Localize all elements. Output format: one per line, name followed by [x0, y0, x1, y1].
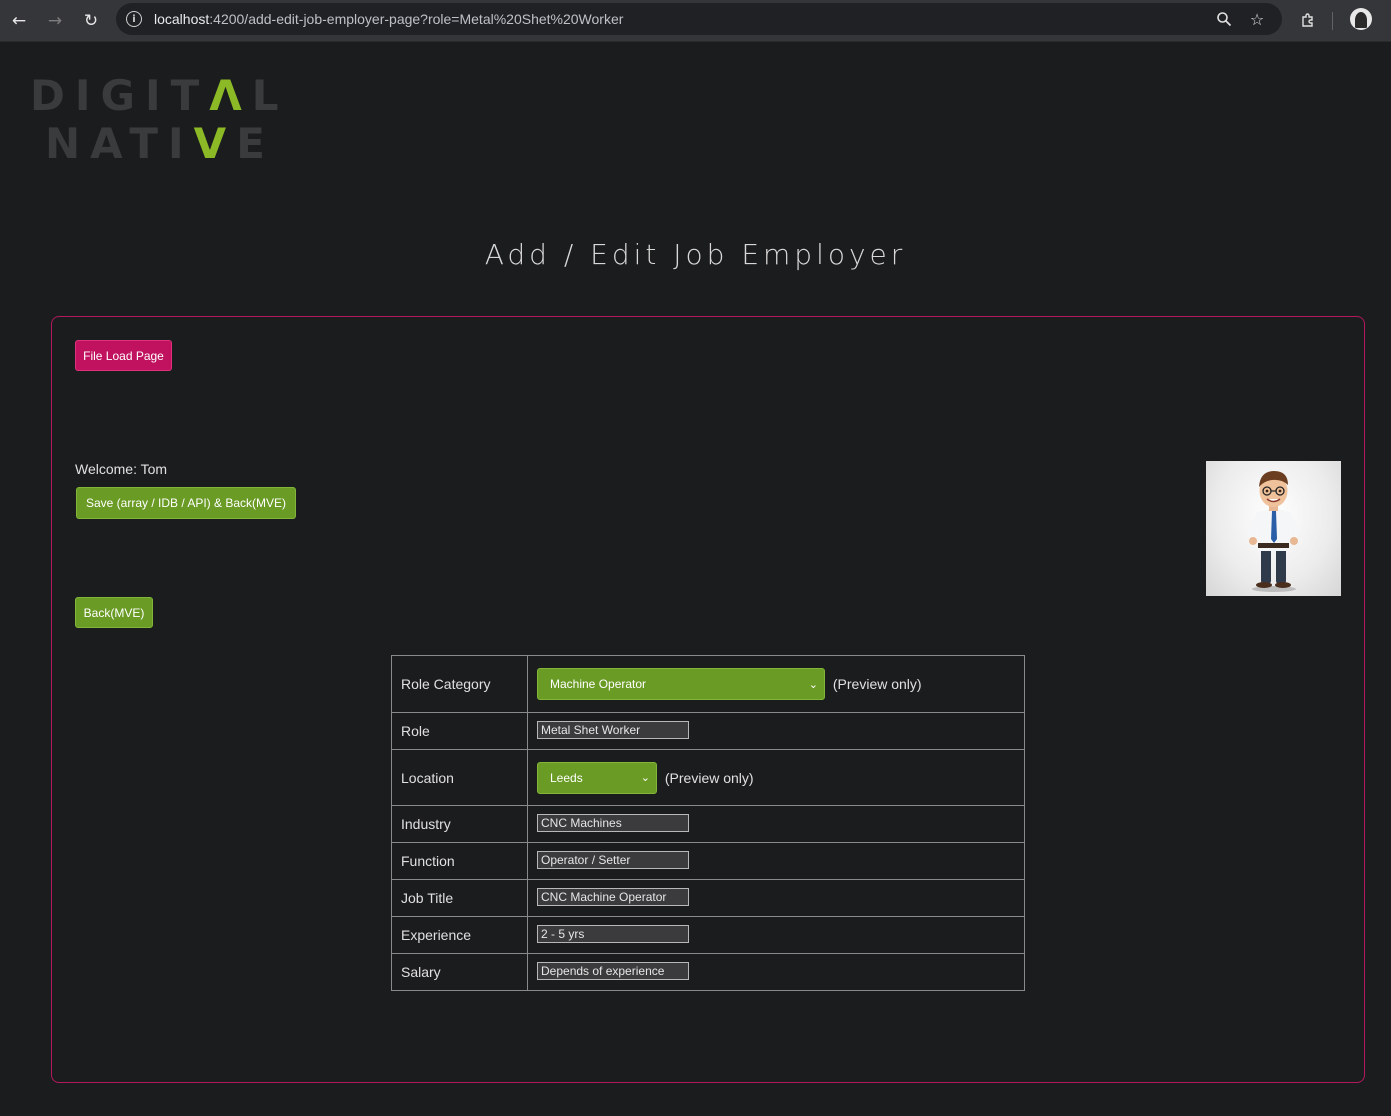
welcome-text: Welcome: Tom [75, 461, 168, 477]
logo-line-1: DIGITΛL [30, 71, 289, 120]
table-row: Role Metal Shet Worker [391, 712, 1025, 750]
forward-arrow-icon[interactable]: → [41, 7, 69, 35]
url-text[interactable]: localhost:4200/add-edit-job-employer-pag… [154, 11, 623, 27]
industry-label: Industry [391, 805, 528, 843]
location-select[interactable]: Leeds ⌄ [537, 761, 657, 794]
experience-label: Experience [391, 916, 528, 954]
job-form-table: Role Category Machine Operator ⌄ (Preview… [391, 655, 1025, 991]
salary-input[interactable]: Depends of experience [537, 961, 689, 980]
function-label: Function [391, 842, 528, 880]
site-info-icon[interactable]: i [126, 11, 142, 27]
back-arrow-icon[interactable]: ← [5, 7, 33, 35]
role-label: Role [391, 712, 528, 750]
bookmark-star-icon[interactable]: ☆ [1247, 9, 1267, 29]
table-row: Location Leeds ⌄ (Preview only) [391, 749, 1025, 806]
salary-label: Salary [391, 953, 528, 991]
job-title-label: Job Title [391, 879, 528, 917]
toolbar-separator [1332, 12, 1333, 30]
save-and-back-button[interactable]: Save (array / IDB / API) & Back(MVE) [76, 487, 296, 519]
role-category-preview-note: (Preview only) [832, 676, 922, 692]
role-category-select-value: Machine Operator [550, 677, 647, 691]
table-row: Role Category Machine Operator ⌄ (Preview… [391, 655, 1025, 713]
url-path: :4200/add-edit-job-employer-page?role=Me… [209, 11, 624, 27]
table-row: Salary Depends of experience [391, 953, 1025, 991]
address-bar[interactable]: i localhost:4200/add-edit-job-employer-p… [116, 3, 1282, 35]
job-title-input[interactable]: CNC Machine Operator [537, 887, 689, 906]
browser-toolbar: ← → ↻ i localhost:4200/add-edit-job-empl… [0, 0, 1391, 42]
location-select-value: Leeds [550, 770, 583, 785]
role-input[interactable]: Metal Shet Worker [537, 720, 689, 739]
url-host: localhost [154, 11, 210, 27]
extensions-icon[interactable] [1294, 7, 1322, 35]
role-category-label: Role Category [391, 655, 528, 713]
function-input[interactable]: Operator / Setter [537, 850, 689, 869]
page-title: Add / Edit Job Employer [484, 238, 907, 271]
experience-input[interactable]: 2 - 5 yrs [537, 924, 689, 943]
profile-avatar-icon[interactable] [1350, 8, 1372, 30]
back-button[interactable]: Back(MVE) [75, 597, 153, 628]
zoom-icon[interactable] [1214, 9, 1234, 29]
file-load-page-button[interactable]: File Load Page [75, 340, 172, 371]
chevron-down-icon: ⌄ [808, 677, 818, 691]
table-row: Function Operator / Setter [391, 842, 1025, 880]
location-label: Location [391, 749, 528, 806]
table-row: Experience 2 - 5 yrs [391, 916, 1025, 954]
table-row: Job Title CNC Machine Operator [391, 879, 1025, 917]
role-category-select[interactable]: Machine Operator ⌄ [537, 668, 825, 700]
digital-native-logo: DIGITΛL NATIVE [30, 75, 279, 170]
reload-icon[interactable]: ↻ [77, 7, 105, 35]
user-avatar-image [1206, 461, 1341, 596]
logo-line-2: NATIVE [45, 119, 275, 168]
industry-input[interactable]: CNC Machines [537, 813, 689, 832]
chevron-down-icon: ⌄ [640, 771, 650, 784]
location-preview-note: (Preview only) [664, 769, 754, 786]
table-row: Industry CNC Machines [391, 805, 1025, 843]
